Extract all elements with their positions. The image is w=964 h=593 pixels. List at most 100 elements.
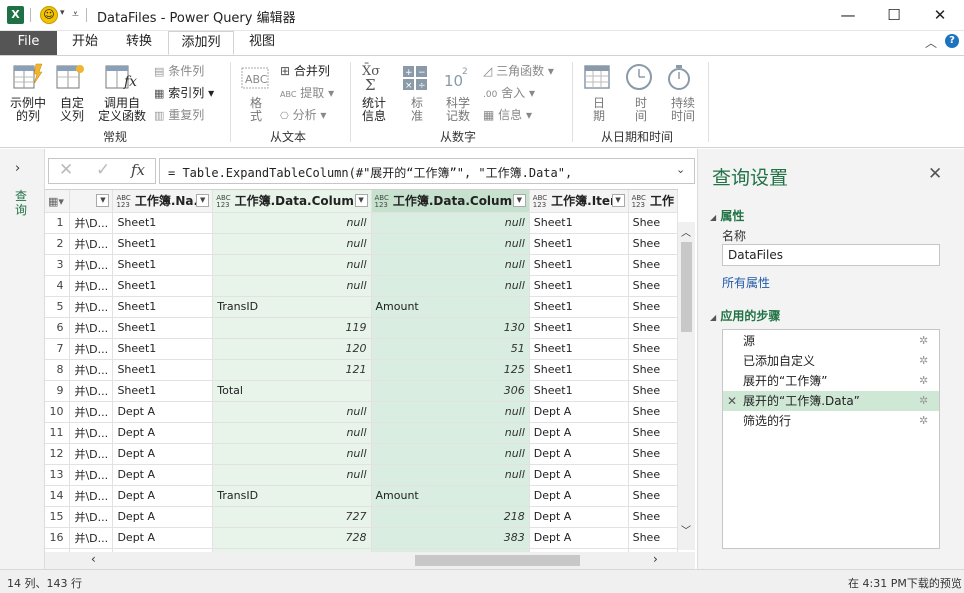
help-icon[interactable]: ? <box>945 34 959 48</box>
applied-step[interactable]: 筛选的行 ✲ <box>723 411 939 431</box>
table-cell[interactable]: Dept A <box>529 422 629 444</box>
table-cell[interactable]: 并\D... <box>69 275 114 297</box>
close-pane-icon[interactable]: ✕ <box>928 164 942 184</box>
horizontal-scroll-thumb[interactable] <box>415 555 580 566</box>
table-cell[interactable]: Shee <box>628 380 678 402</box>
table-cell[interactable]: 并\D... <box>69 506 114 528</box>
filter-dropdown-icon[interactable]: ▼ <box>512 194 526 207</box>
table-row[interactable]: 14 并\D... Dept A TransID Amount Dept A Shee <box>45 485 678 507</box>
table-cell[interactable]: Sheet1 <box>529 275 629 297</box>
cancel-formula-icon[interactable]: ✕ <box>59 160 73 180</box>
table-cell[interactable]: 125 <box>371 359 530 381</box>
table-cell[interactable]: 并\D... <box>69 233 114 255</box>
applied-step[interactable]: 已添加自定义 ✲ <box>723 351 939 371</box>
standard-button[interactable]: + − × ÷ 标 准 <box>400 62 434 123</box>
table-cell[interactable]: Shee <box>628 296 678 318</box>
table-cell[interactable]: Sheet1 <box>529 254 629 276</box>
table-cell[interactable]: Dept A <box>529 401 629 423</box>
table-row[interactable]: 12 并\D... Dept Anull null Dept A Shee <box>45 443 678 465</box>
type-any-icon[interactable]: ABC 123 <box>533 194 547 209</box>
table-cell[interactable]: null <box>212 422 372 444</box>
tab-add-column[interactable]: 添加列 <box>168 31 234 55</box>
column-header[interactable]: ABC 123 工作簿.Na... ▼ <box>112 190 214 213</box>
table-cell[interactable]: null <box>212 254 372 276</box>
table-row[interactable]: 6 并\D... Sheet1 119 130 Sheet1 Shee <box>45 317 678 339</box>
table-cell[interactable]: Sheet1 <box>529 296 629 318</box>
table-cell[interactable]: 并\D... <box>69 380 114 402</box>
data-grid[interactable]: ▦▾ ▼ ABC 123 工作簿.Na... ▼ ABC 123 工作簿.Data.Col… <box>45 189 678 552</box>
table-cell[interactable]: Sheet1 <box>112 359 214 381</box>
trigonometry-button[interactable]: ◿ 三角函数 ▾ <box>483 62 554 79</box>
format-button[interactable]: ABC 格 式 <box>238 62 274 123</box>
horizontal-scrollbar[interactable]: ‹ › <box>45 552 695 569</box>
table-cell[interactable]: 并\D... <box>69 422 114 444</box>
information-button[interactable]: ▦ 信息 ▾ <box>483 106 532 123</box>
table-cell[interactable]: 并\D... <box>69 485 114 507</box>
column-header[interactable]: ABC 123 工作簿.Data.Colum... ▼ <box>212 190 372 213</box>
applied-step-selected[interactable]: ✕ 展开的“工作簿.Data” ✲ <box>723 391 939 411</box>
table-cell[interactable]: null <box>212 443 372 465</box>
table-cell[interactable]: Shee <box>628 401 678 423</box>
confirm-formula-icon[interactable]: ✓ <box>96 160 110 180</box>
table-row[interactable]: 1 并\D... Sheet1 null null Sheet1 Shee <box>45 212 678 234</box>
step-settings-icon[interactable]: ✲ <box>919 371 928 391</box>
table-cell[interactable]: null <box>212 233 372 255</box>
merge-columns-button[interactable]: ⊞ 合并列 <box>280 62 330 79</box>
all-properties-link[interactable]: 所有属性 <box>722 274 770 291</box>
delete-step-icon[interactable]: ✕ <box>727 391 737 411</box>
table-cell[interactable]: 121 <box>212 359 372 381</box>
step-settings-icon[interactable]: ✲ <box>919 351 928 371</box>
table-cell[interactable]: 并\D... <box>69 443 114 465</box>
table-cell[interactable]: Shee <box>628 317 678 339</box>
statistics-button[interactable]: X̄σ Σ 统计 信息 <box>356 62 392 123</box>
duration-button[interactable]: 持续 时间 <box>664 62 702 123</box>
table-cell[interactable]: TransID <box>212 485 372 507</box>
table-cell[interactable]: Shee <box>628 443 678 465</box>
table-row[interactable]: 15 并\D... Dept A 727 218 Dept A Shee <box>45 506 678 528</box>
queries-pane-label[interactable]: 查询 <box>15 189 29 217</box>
type-any-icon[interactable]: ABC 123 <box>216 194 230 209</box>
table-row[interactable]: 7 并\D... Sheet1 120 51 Sheet1 Shee <box>45 338 678 360</box>
date-button[interactable]: 日 期 <box>582 62 616 123</box>
function-icon[interactable]: fx <box>131 161 145 179</box>
tab-view[interactable]: 视图 <box>238 31 286 55</box>
table-cell[interactable]: Dept A <box>112 401 214 423</box>
table-row[interactable]: 8 并\D... Sheet1 121 125 Sheet1 Shee <box>45 359 678 381</box>
table-cell[interactable]: Sheet1 <box>529 359 629 381</box>
rounding-button[interactable]: .00 舍入 ▾ <box>483 84 535 101</box>
table-cell[interactable]: null <box>371 254 530 276</box>
scroll-up-icon[interactable]: ︿ <box>681 224 691 239</box>
table-menu-icon[interactable]: ▦▾ <box>45 190 71 213</box>
table-cell[interactable]: Shee <box>628 485 678 507</box>
scroll-left-icon[interactable]: ‹ <box>91 552 96 566</box>
table-cell[interactable]: Dept A <box>529 485 629 507</box>
table-cell[interactable]: null <box>371 443 530 465</box>
table-cell[interactable]: Sheet1 <box>529 338 629 360</box>
table-row[interactable]: 11 并\D... Dept Anull null Dept A Shee <box>45 422 678 444</box>
type-any-icon[interactable]: ABC 123 <box>632 194 646 209</box>
table-cell[interactable]: 并\D... <box>69 317 114 339</box>
table-cell[interactable]: null <box>212 212 372 234</box>
table-row[interactable]: 16 并\D... Dept A 728 383 Dept A Shee <box>45 527 678 549</box>
query-name-input[interactable]: DataFiles <box>722 244 940 266</box>
table-cell[interactable]: null <box>212 401 372 423</box>
table-cell[interactable]: Shee <box>628 359 678 381</box>
table-cell[interactable]: 727 <box>212 506 372 528</box>
table-cell[interactable]: 218 <box>371 506 530 528</box>
table-cell[interactable]: Dept A <box>112 443 214 465</box>
step-settings-icon[interactable]: ✲ <box>919 331 928 351</box>
table-cell[interactable]: Dept A <box>529 527 629 549</box>
table-row[interactable]: 13 并\D... Dept Anull null Dept A Shee <box>45 464 678 486</box>
table-cell[interactable]: null <box>371 422 530 444</box>
filter-dropdown-icon[interactable]: ▼ <box>611 194 625 207</box>
collapse-ribbon-icon[interactable]: ︿ <box>925 34 937 51</box>
table-cell[interactable]: null <box>212 464 372 486</box>
table-cell[interactable]: Dept A <box>112 422 214 444</box>
table-cell[interactable]: Sheet1 <box>529 317 629 339</box>
table-cell[interactable]: Sheet1 <box>529 233 629 255</box>
custom-column-button[interactable]: 自定 义列 <box>55 62 89 123</box>
table-cell[interactable]: 并\D... <box>69 401 114 423</box>
table-cell[interactable]: Sheet1 <box>112 233 214 255</box>
table-row[interactable]: 5 并\D... Sheet1 TransID Amount Sheet1 Shee <box>45 296 678 318</box>
table-cell[interactable]: Sheet1 <box>112 317 214 339</box>
